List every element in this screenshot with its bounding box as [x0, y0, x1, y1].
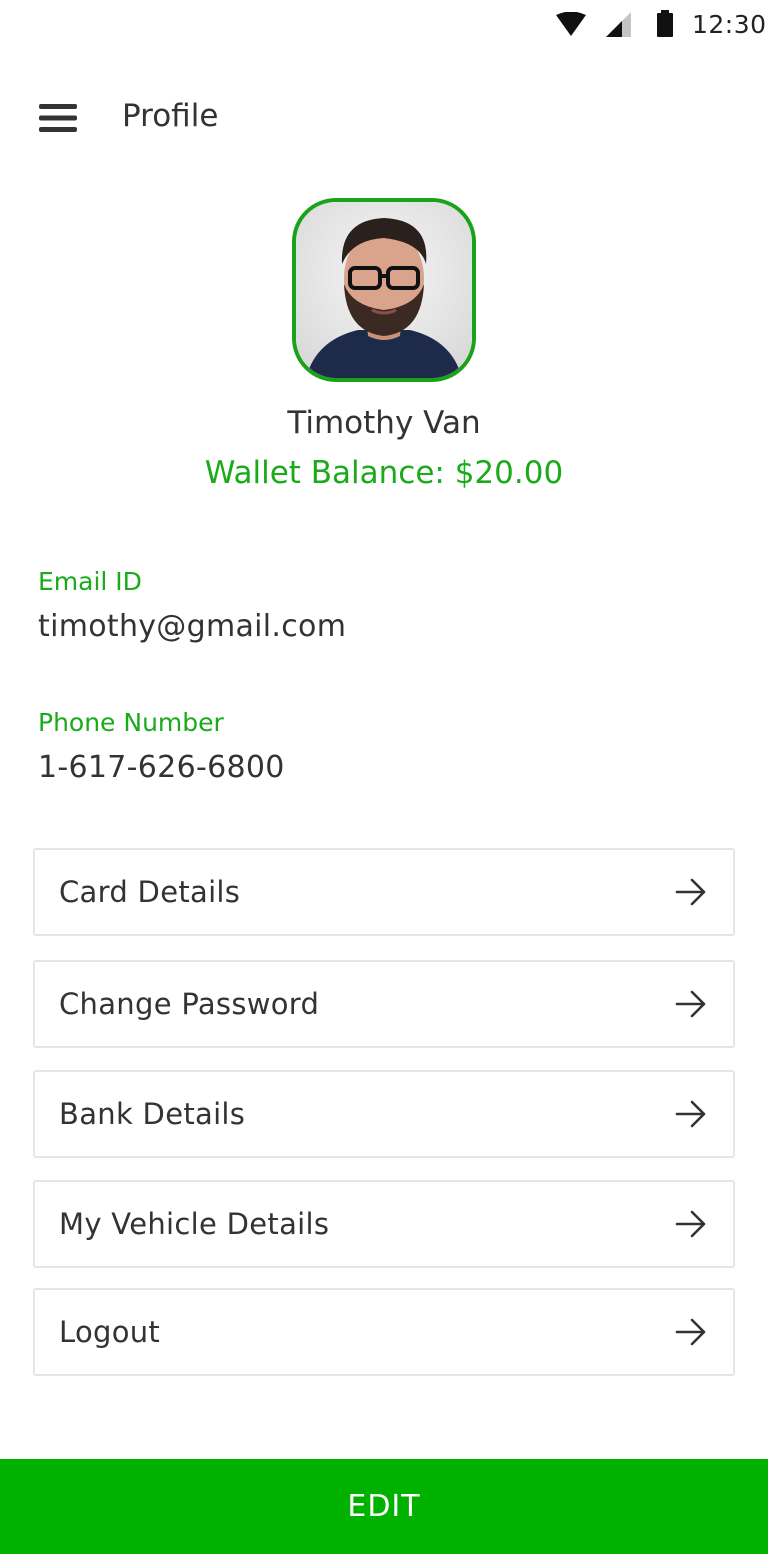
- profile-screen: 12:30 Profile Timothy Van Wallet Balance…: [0, 0, 768, 1554]
- menu-item-card-details[interactable]: Card Details: [33, 848, 735, 936]
- menu-item-bank-details[interactable]: Bank Details: [33, 1070, 735, 1158]
- menu-item-label: Card Details: [59, 875, 241, 909]
- arrow-right-icon: [675, 990, 707, 1018]
- menu-item-label: Logout: [59, 1315, 161, 1349]
- status-bar: 12:30: [0, 0, 768, 50]
- phone-label: Phone Number: [38, 708, 224, 737]
- arrow-right-icon: [675, 1210, 707, 1238]
- menu-item-my-vehicle-details[interactable]: My Vehicle Details: [33, 1180, 735, 1268]
- edit-button[interactable]: EDIT: [0, 1459, 768, 1554]
- email-value: timothy@gmail.com: [38, 609, 347, 644]
- phone-value: 1-617-626-6800: [38, 750, 285, 785]
- menu-item-label: Bank Details: [59, 1097, 246, 1131]
- menu-item-label: Change Password: [59, 987, 320, 1021]
- app-bar: Profile: [0, 78, 768, 158]
- signal-icon: [606, 12, 632, 42]
- arrow-right-icon: [675, 878, 707, 906]
- hamburger-menu-icon[interactable]: [30, 92, 86, 144]
- arrow-right-icon: [675, 1100, 707, 1128]
- wallet-balance: Wallet Balance: $20.00: [204, 455, 564, 491]
- user-name: Timothy Van: [287, 405, 481, 441]
- page-title: Profile: [122, 98, 219, 134]
- battery-icon: [656, 10, 674, 42]
- wifi-icon: [556, 11, 586, 42]
- email-label: Email ID: [38, 567, 142, 596]
- menu-item-change-password[interactable]: Change Password: [33, 960, 735, 1048]
- status-time: 12:30: [692, 10, 767, 39]
- menu-item-label: My Vehicle Details: [59, 1207, 330, 1241]
- arrow-right-icon: [675, 1318, 707, 1346]
- avatar: [292, 198, 476, 382]
- menu-item-logout[interactable]: Logout: [33, 1288, 735, 1376]
